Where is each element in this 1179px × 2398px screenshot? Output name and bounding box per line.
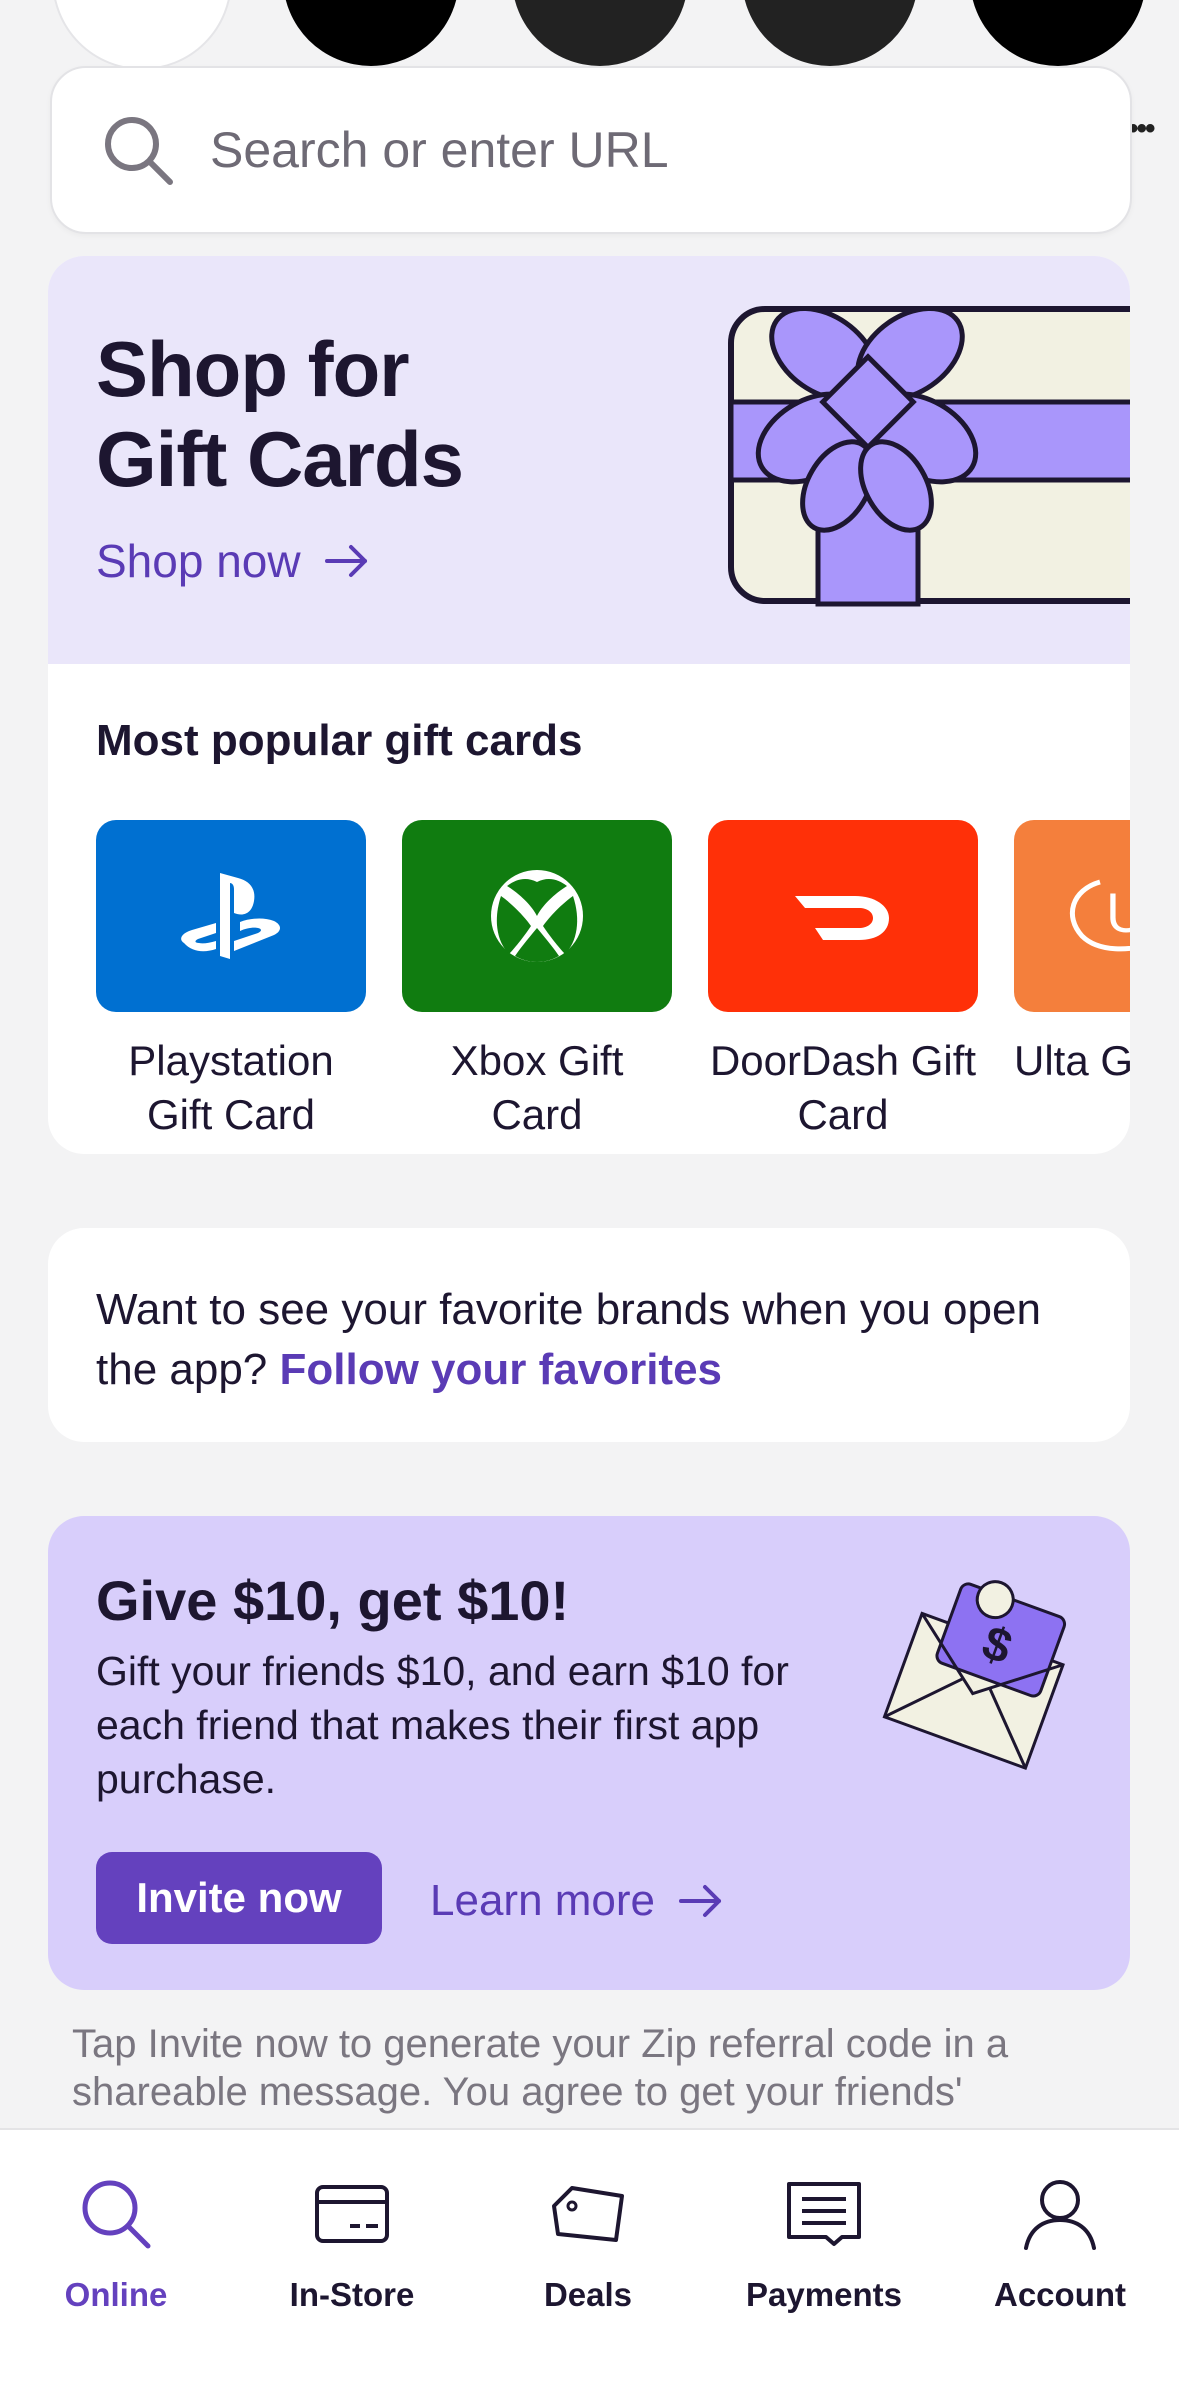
nav-item-label: Online <box>64 2276 168 2313</box>
person-icon <box>1024 2180 1096 2250</box>
referral-card: Give $10, get $10! Gift your friends $10… <box>48 1516 1130 1990</box>
nav-item-payments[interactable]: Payments <box>724 2174 924 2314</box>
story-circle[interactable] <box>970 0 1146 66</box>
section-title: Most popular gift cards <box>96 716 583 765</box>
arrow-right-icon <box>679 1885 722 1917</box>
ulta-logo-icon: U <box>1014 820 1130 1012</box>
gift-card-label: Xbox Gift Card <box>450 1037 624 1138</box>
story-circle[interactable] <box>742 0 918 66</box>
nav-item-label: Deals <box>543 2276 633 2313</box>
referral-disclaimer: Tap Invite now to generate your Zip refe… <box>72 2022 1009 2114</box>
arrow-right-icon <box>324 545 367 577</box>
tag-icon <box>552 2186 624 2242</box>
gift-card-label: Ulta G <box>1014 1037 1130 1084</box>
follow-favorites-card: Want to see your favorite brands when yo… <box>48 1228 1130 1442</box>
invite-now-button[interactable]: Invite now <box>96 1852 382 1944</box>
gift-card-tile-xbox[interactable]: Xbox Gift Card <box>402 820 672 1142</box>
envelope-money-icon: $ <box>882 1580 1067 1771</box>
search-icon <box>105 117 173 185</box>
nav-item-account[interactable]: Account <box>960 2174 1160 2314</box>
referral-title: Give $10, get $10! <box>96 1569 570 1632</box>
svg-text:U: U <box>1106 881 1130 944</box>
gift-card-illustration <box>728 306 1130 607</box>
story-circle[interactable] <box>512 0 688 66</box>
nav-item-label: Payments <box>746 2276 902 2313</box>
nav-item-label: Account <box>994 2276 1126 2313</box>
gift-card-label: Playstation Gift Card <box>128 1037 334 1138</box>
nav-item-online[interactable]: Online <box>16 2174 216 2314</box>
receipt-icon <box>787 2182 861 2246</box>
search-placeholder: Search or enter URL <box>210 122 669 178</box>
bottom-navigation: Online In-Store Deals Payments Account <box>0 2128 1179 2398</box>
nav-item-in-store[interactable]: In-Store <box>252 2174 452 2314</box>
gift-card-label: DoorDash Gift Card <box>709 1037 977 1138</box>
banner-title: Shop for Gift Cards <box>96 325 464 503</box>
shop-now-link[interactable]: Shop now <box>96 534 369 588</box>
search-icon <box>82 2180 151 2249</box>
card-icon <box>315 2185 389 2243</box>
nav-item-deals[interactable]: Deals <box>488 2174 688 2314</box>
xbox-logo-icon <box>402 820 672 1012</box>
gift-card-tile-doordash[interactable]: DoorDash Gift Card <box>708 820 978 1142</box>
follow-favorites-link[interactable]: Follow your favorites <box>280 1345 723 1394</box>
learn-more-link[interactable]: Learn more <box>430 1876 723 1926</box>
referral-body: Gift your friends $10, and earn $10 for … <box>96 1648 789 1802</box>
playstation-logo-icon <box>96 820 366 1012</box>
gift-card-tile-playstation[interactable]: Playstation Gift Card <box>96 820 366 1142</box>
story-circle[interactable] <box>52 0 232 70</box>
doordash-logo-icon <box>708 820 978 1012</box>
gift-card-tile-ulta[interactable]: U Ulta G <box>1014 820 1130 1088</box>
nav-item-label: In-Store <box>289 2276 415 2313</box>
search-input[interactable]: Search or enter URL <box>50 66 1132 234</box>
gift-card-module: Shop for Gift Cards Shop now Most popula… <box>48 256 1130 1154</box>
gift-card-banner[interactable]: Shop for Gift Cards Shop now <box>48 256 1130 664</box>
story-circle[interactable] <box>283 0 459 66</box>
